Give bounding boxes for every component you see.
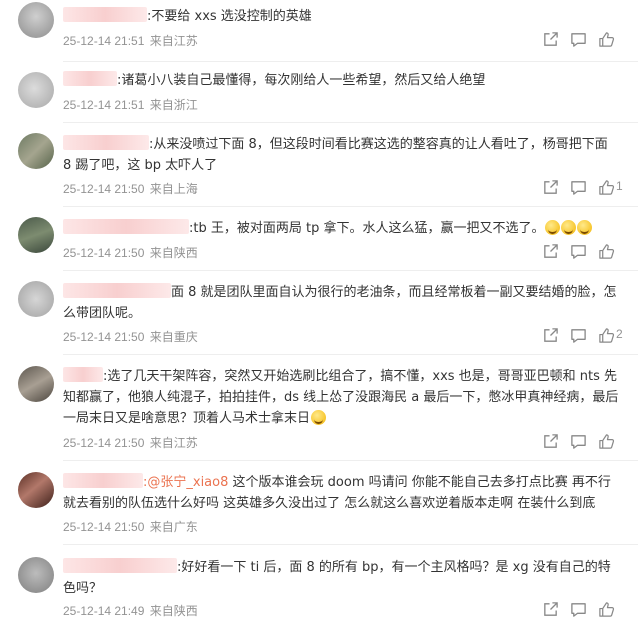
- comment-location: 来自广东: [149, 520, 198, 534]
- comment-actions: [540, 433, 638, 451]
- avatar[interactable]: [18, 281, 54, 317]
- comment-location: 来自陕西: [149, 246, 198, 260]
- comment-location: 来自上海: [149, 182, 198, 196]
- like-count: 2: [616, 327, 623, 341]
- comment-text-line: 8 踢了吧，这 bp 太吓人了: [63, 158, 218, 173]
- comment-meta: 25-12-14 21:51 来自江苏: [63, 32, 200, 49]
- comment-location: 来自陕西: [149, 604, 198, 618]
- username-blurred[interactable]: [63, 283, 171, 298]
- share-icon[interactable]: [542, 179, 560, 197]
- comment-date: 25-12-14 21:51: [63, 34, 145, 48]
- comment-text-line: 一局末日又是啥意思？顶着人马术士拿末日: [63, 411, 311, 426]
- comment-location: 来自江苏: [149, 436, 198, 450]
- comment-icon[interactable]: [570, 31, 588, 49]
- share-icon[interactable]: [542, 243, 560, 261]
- comment-meta: 25-12-14 21:51 来自浙江: [63, 96, 200, 113]
- comment-meta: 25-12-14 21:50 来自陕西: [63, 244, 200, 261]
- comment-date: 25-12-14 21:50: [63, 246, 145, 260]
- comment-text-line: :从来没喷过下面 8，但这段时间看比赛这选的整容真的让人看吐了，杨哥把下面: [149, 137, 608, 152]
- share-icon[interactable]: [542, 601, 560, 619]
- divider: [63, 122, 638, 123]
- share-icon[interactable]: [542, 327, 560, 345]
- thumbs-up-icon[interactable]: [598, 433, 616, 451]
- comment-text-line: :选了几天干架阵容，突然又开始选刷比组合了，搞不懂，xxs 也是，哥哥亚巴顿和 …: [103, 369, 618, 384]
- avatar[interactable]: [18, 2, 54, 38]
- comment-date: 25-12-14 21:51: [63, 98, 145, 112]
- username-blurred[interactable]: [63, 473, 143, 488]
- thumbs-up-icon[interactable]: [598, 601, 616, 619]
- comment-meta: 25-12-14 21:50 来自广东: [63, 518, 200, 535]
- divider: [63, 544, 638, 545]
- comment-actions: [540, 31, 638, 49]
- comment-location: 来自江苏: [149, 34, 198, 48]
- share-icon[interactable]: [542, 31, 560, 49]
- comment-date: 25-12-14 21:50: [63, 436, 145, 450]
- comment-text: :不要给 xxs 选没控制的英雄: [147, 9, 312, 24]
- thumbs-up-icon[interactable]: [598, 243, 616, 261]
- thumbs-up-icon[interactable]: [598, 179, 616, 197]
- divider: [63, 354, 638, 355]
- username-blurred[interactable]: [63, 367, 103, 382]
- comment-icon[interactable]: [570, 327, 588, 345]
- comment-text-line: 这个版本谁会玩 doom 吗请问 你能不能自己去多打点比赛 再不行: [228, 475, 611, 490]
- username-blurred[interactable]: [63, 7, 147, 22]
- divider: [63, 206, 638, 207]
- comment-location: 来自浙江: [149, 98, 198, 112]
- username-blurred[interactable]: [63, 219, 189, 234]
- thumbs-up-icon[interactable]: [598, 327, 616, 345]
- comment-text: :tb 王，被对面两局 tp 拿下。水人这么猛，赢一把又不选了。: [189, 221, 545, 236]
- comment-date: 25-12-14 21:50: [63, 330, 145, 344]
- comment-actions: [540, 601, 638, 619]
- comment-icon[interactable]: [570, 243, 588, 261]
- comment-date: 25-12-14 21:49: [63, 604, 145, 618]
- like-count: 1: [616, 179, 623, 193]
- comment-date: 25-12-14 21:50: [63, 182, 145, 196]
- laugh-cry-emoji-icon: [561, 220, 577, 235]
- comment-text-line: 就去看别的队伍选什么好吗 这英雄多久没出过了 怎么就这么喜欢逆着版本走啊 在装什…: [63, 496, 596, 511]
- comment-text: :诸葛小八装自己最懂得，每次刚给人一些希望，然后又给人绝望: [117, 73, 486, 88]
- avatar[interactable]: [18, 366, 54, 402]
- comment-icon[interactable]: [570, 433, 588, 451]
- comment-meta: 25-12-14 21:50 来自重庆: [63, 328, 200, 345]
- comment-meta: 25-12-14 21:50 来自上海: [63, 180, 200, 197]
- comment-actions: [540, 243, 638, 261]
- divider: [63, 61, 638, 62]
- username-blurred[interactable]: [63, 71, 117, 86]
- comment-actions: 2: [540, 327, 638, 345]
- username-blurred[interactable]: [63, 558, 177, 573]
- comment-text-line: 知都赢了，他狼人纯混子，拍拍挂件，ds 线上怂了没跟海民 a 最后一下，憋冰甲真…: [63, 390, 619, 405]
- laugh-cry-emoji-icon: [577, 220, 593, 235]
- avatar[interactable]: [18, 217, 54, 253]
- comment-icon[interactable]: [570, 179, 588, 197]
- comment-actions: 1: [540, 179, 638, 197]
- comment-meta: 25-12-14 21:50 来自江苏: [63, 434, 200, 451]
- comment-text-line: :好好看一下 ti 后，面 8 的所有 bp，有一个主风格吗？是 xg 没有自己…: [177, 560, 611, 575]
- thumbs-up-icon[interactable]: [598, 31, 616, 49]
- avatar[interactable]: [18, 472, 54, 508]
- laugh-cry-emoji-icon: [545, 220, 561, 235]
- comment-date: 25-12-14 21:50: [63, 520, 145, 534]
- comment-text-line: 么带团队呢。: [63, 306, 142, 321]
- share-icon[interactable]: [542, 433, 560, 451]
- comment-text-line: 面 8 就是团队里面自认为很行的老油条，而且经常板着一副又要结婚的脸，怎: [171, 285, 617, 300]
- divider: [63, 460, 638, 461]
- comment-icon[interactable]: [570, 601, 588, 619]
- username-blurred[interactable]: [63, 135, 149, 150]
- comment-text-line: 色吗？: [63, 581, 103, 596]
- laugh-cry-emoji-icon: [311, 410, 327, 425]
- mention-link[interactable]: :@张宁_xiao8: [143, 475, 228, 490]
- avatar[interactable]: [18, 72, 54, 108]
- comment-location: 来自重庆: [149, 330, 198, 344]
- divider: [63, 270, 638, 271]
- avatar[interactable]: [18, 557, 54, 593]
- comment-meta: 25-12-14 21:49 来自陕西: [63, 602, 200, 619]
- avatar[interactable]: [18, 133, 54, 169]
